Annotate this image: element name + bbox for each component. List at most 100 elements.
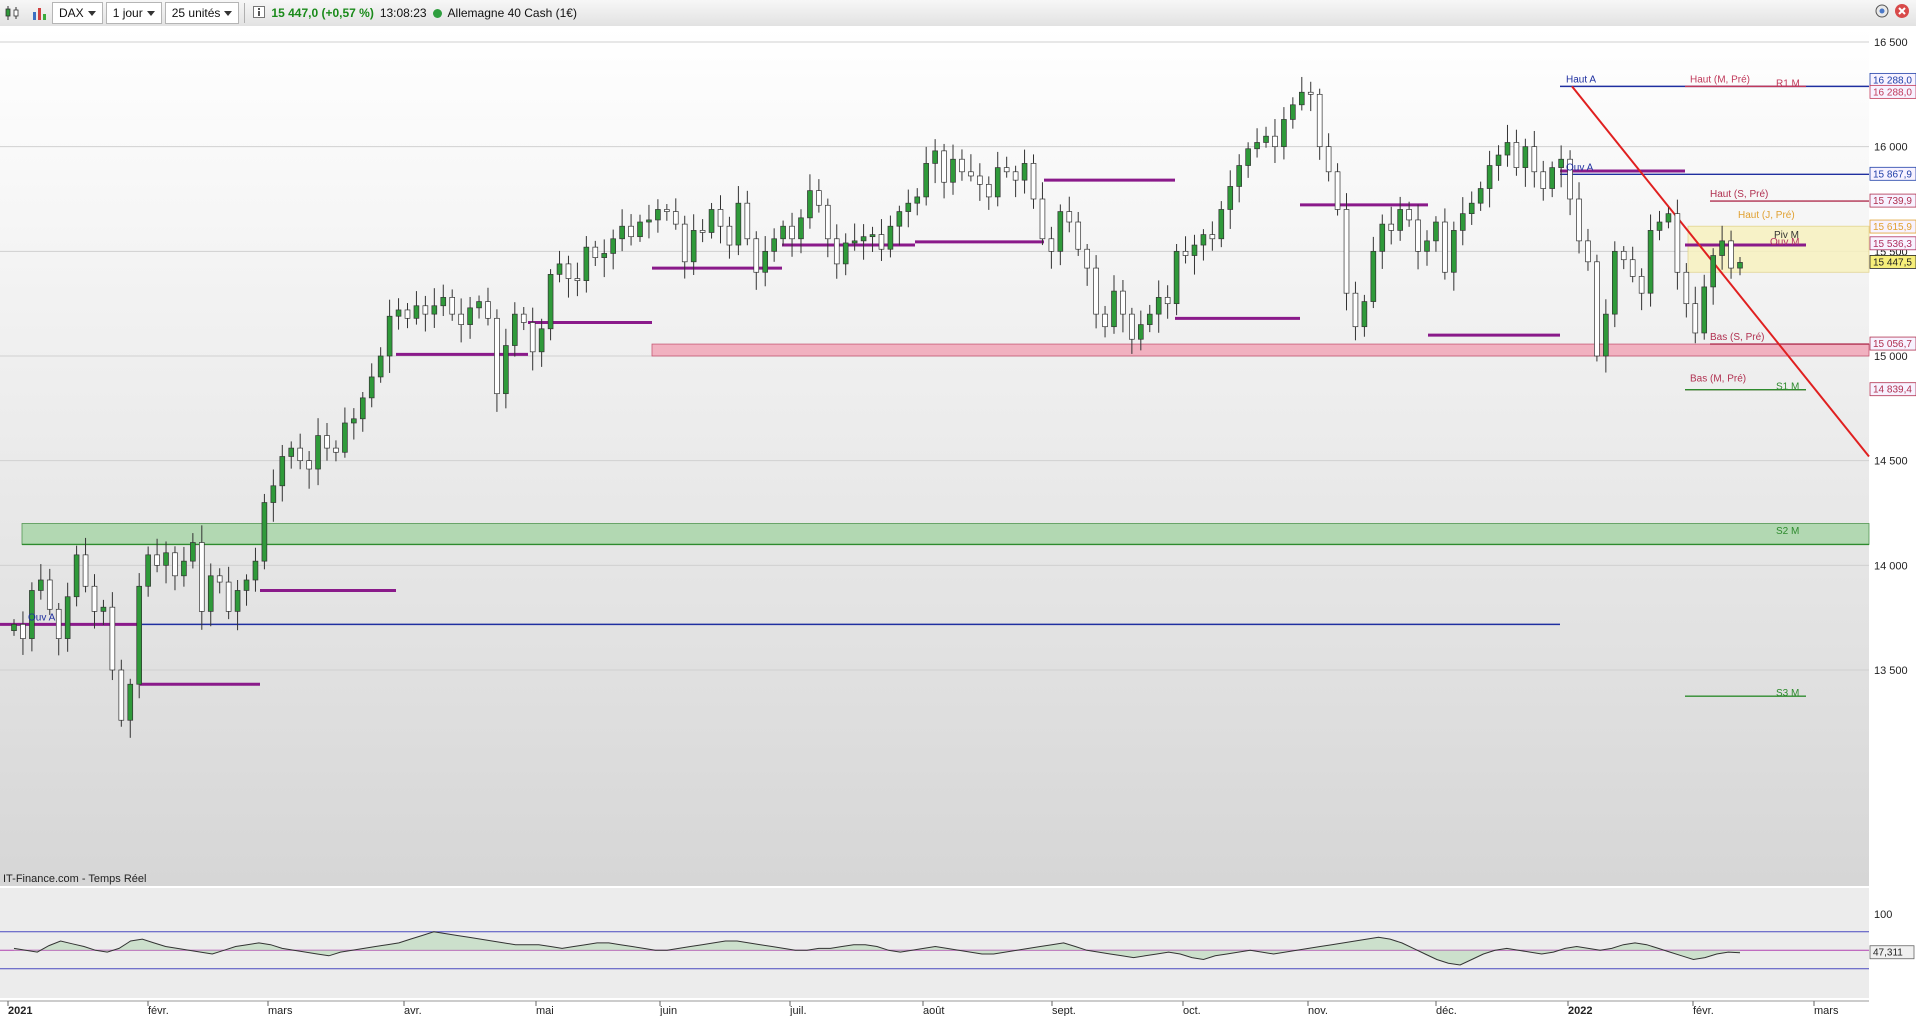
- units-label: 25 unités: [171, 6, 221, 20]
- period-select[interactable]: 1 jour: [105, 2, 162, 24]
- candle-body: [225, 581, 232, 612]
- candle-body: [1254, 142, 1260, 150]
- candle-body: [243, 579, 250, 591]
- candle-body: [807, 190, 813, 219]
- candle-body: [994, 167, 1001, 198]
- price-label: 16 288,0: [1873, 87, 1912, 98]
- candle-body: [1486, 165, 1493, 189]
- candle-body: [1039, 198, 1046, 240]
- candle-body: [73, 554, 80, 598]
- candle-body: [1227, 186, 1234, 210]
- symbol-select[interactable]: DAX: [52, 2, 103, 24]
- candle-body: [82, 554, 89, 587]
- candle-body: [887, 225, 894, 250]
- candle-body: [100, 606, 107, 612]
- candle-body: [1075, 221, 1082, 250]
- settings-icon[interactable]: [1874, 3, 1890, 22]
- candle-body: [690, 230, 697, 263]
- price-label: 14 839,4: [1873, 385, 1912, 396]
- units-select[interactable]: 25 unités: [164, 2, 240, 24]
- x-tick-label: avr.: [404, 1005, 422, 1016]
- candle-body: [1263, 135, 1269, 143]
- candle-body: [306, 460, 312, 470]
- candle-body: [1155, 297, 1162, 315]
- candle-body: [1594, 261, 1600, 357]
- chevron-down-icon: [224, 10, 233, 16]
- annotation-label: Haut (S, Pré): [1710, 189, 1768, 200]
- candle-body: [1173, 250, 1180, 305]
- candle-body: [1200, 234, 1207, 246]
- candle-body: [923, 163, 929, 198]
- instrument-name: Allemagne 40 Cash (1€): [447, 6, 577, 20]
- candle-body: [592, 246, 599, 258]
- candle-body: [1558, 158, 1564, 168]
- candle-body: [762, 250, 769, 273]
- y-tick-label: 13 500: [1874, 665, 1908, 677]
- chevron-down-icon: [146, 10, 155, 16]
- candle-body: [431, 305, 438, 315]
- candle-body: [1182, 250, 1189, 256]
- close-icon[interactable]: [1894, 3, 1910, 22]
- y-tick-label: 15 000: [1874, 351, 1908, 363]
- candle-body: [816, 190, 822, 206]
- rsi-background: [0, 888, 1869, 998]
- candle-body: [798, 217, 804, 240]
- candle-body: [91, 585, 98, 612]
- candle-body: [1656, 221, 1663, 231]
- annotation-label: Haut (J, Pré): [1738, 210, 1795, 221]
- candle-body: [64, 596, 71, 639]
- candle-body: [476, 301, 482, 309]
- rsi-value-label: 47,311: [1873, 948, 1903, 959]
- x-tick-label: 2022: [1568, 1005, 1592, 1016]
- candle-body: [1495, 154, 1502, 166]
- candle-body: [404, 309, 411, 319]
- candle-body: [1719, 240, 1725, 256]
- candle-body: [118, 669, 125, 721]
- candle-body: [234, 590, 241, 612]
- candle-body: [1477, 188, 1484, 204]
- candle-body: [55, 608, 62, 639]
- candle-body: [1164, 297, 1171, 305]
- price-label: 15 739,9: [1873, 196, 1912, 207]
- candle-body: [753, 238, 760, 273]
- candle-body: [324, 435, 330, 449]
- candle-body: [860, 236, 867, 242]
- candle-body: [1692, 303, 1699, 334]
- candle-body: [1093, 267, 1099, 315]
- x-tick-label: mai: [536, 1005, 554, 1016]
- x-tick-label: 2021: [8, 1005, 32, 1016]
- candle-body: [583, 246, 590, 281]
- candle-body: [1352, 292, 1359, 328]
- candle-body: [1281, 119, 1287, 148]
- candle-body: [1522, 146, 1529, 168]
- candle-body: [556, 263, 563, 275]
- bar-chart-icon[interactable]: [26, 0, 52, 26]
- candle-body: [351, 418, 357, 424]
- price-label: 15 447,5: [1873, 257, 1912, 268]
- annotation-label: Haut (M, Pré): [1690, 74, 1750, 85]
- price-chart[interactable]: Haut A Haut (M, Pré) R1 M Ouv A Haut (S, Pré…: [0, 26, 1916, 1016]
- annotation-label: Ouv A: [1566, 162, 1594, 173]
- candle-body: [780, 225, 786, 240]
- info-icon[interactable]: [253, 5, 266, 21]
- x-tick-label: juil.: [789, 1005, 807, 1016]
- candle-body: [449, 297, 456, 315]
- candle-body: [1102, 313, 1108, 328]
- annotation-label: Ouv A: [28, 612, 56, 623]
- candle-body: [726, 225, 733, 246]
- candle-body: [11, 624, 17, 631]
- candle-body: [744, 202, 751, 240]
- candle-body: [1424, 240, 1430, 252]
- x-tick-label: juin: [659, 1005, 677, 1016]
- candle-body: [1325, 146, 1332, 173]
- candle-body: [1728, 240, 1734, 269]
- candle-body: [136, 585, 142, 685]
- candle-body: [1612, 250, 1618, 315]
- candle-body: [467, 307, 473, 325]
- candlestick-chart-icon[interactable]: [0, 0, 26, 26]
- candle-body: [825, 204, 831, 240]
- candle-body: [735, 202, 742, 246]
- candle-body: [1146, 313, 1153, 325]
- candle-body: [252, 560, 259, 581]
- candle-body: [1298, 91, 1305, 106]
